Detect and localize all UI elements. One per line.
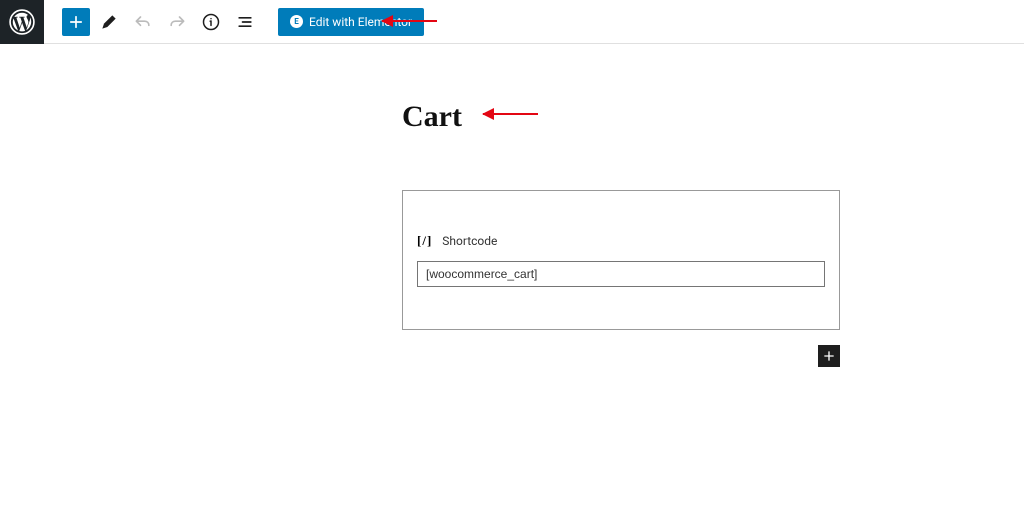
shortcode-block[interactable]: [/] Shortcode — [402, 190, 840, 330]
add-block-button[interactable] — [62, 8, 90, 36]
shortcode-block-header: [/] Shortcode — [417, 233, 825, 249]
wordpress-logo-button[interactable] — [0, 0, 44, 44]
pencil-icon — [99, 12, 119, 32]
plus-icon — [821, 348, 837, 364]
plus-icon — [66, 12, 86, 32]
undo-button[interactable] — [128, 7, 158, 37]
shortcode-input[interactable] — [417, 261, 825, 287]
info-button[interactable] — [196, 7, 226, 37]
shortcode-block-label: Shortcode — [442, 234, 497, 248]
annotation-arrow-elementor — [382, 20, 437, 22]
editor-content: Cart [/] Shortcode — [0, 44, 1024, 330]
annotation-arrow-title — [483, 113, 538, 115]
toolbar-items: E Edit with Elementor — [44, 7, 424, 37]
tools-button[interactable] — [94, 7, 124, 37]
list-view-icon — [235, 12, 255, 32]
elementor-icon: E — [290, 15, 303, 28]
redo-icon — [167, 12, 187, 32]
add-block-after-button[interactable] — [818, 345, 840, 367]
shortcode-icon: [/] — [417, 233, 432, 249]
editor-toolbar: E Edit with Elementor — [0, 0, 1024, 44]
page-title[interactable]: Cart — [402, 100, 1024, 134]
undo-icon — [133, 12, 153, 32]
info-icon — [201, 12, 221, 32]
wordpress-logo-icon — [9, 9, 35, 35]
outline-button[interactable] — [230, 7, 260, 37]
redo-button[interactable] — [162, 7, 192, 37]
